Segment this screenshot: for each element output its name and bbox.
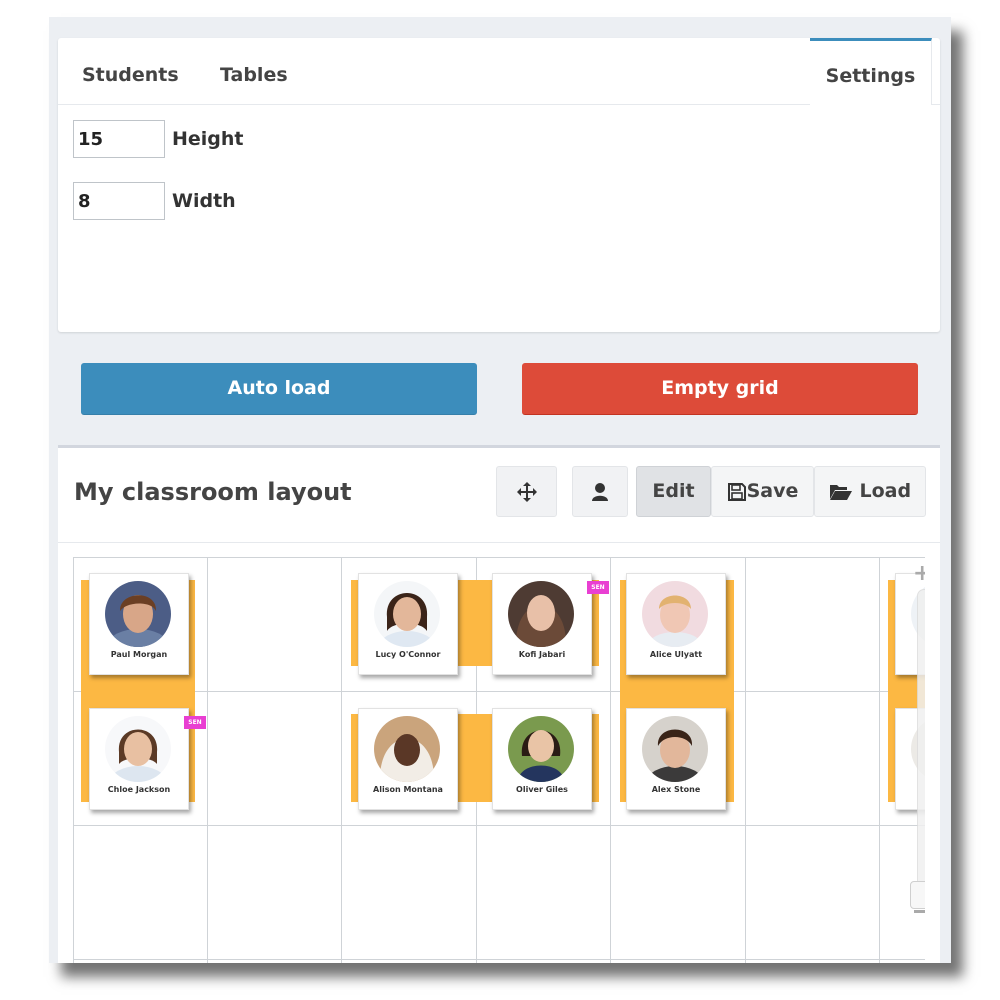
load-label: Load xyxy=(859,480,912,502)
save-label: Save xyxy=(746,480,799,502)
student-card[interactable]: Paul Morgan xyxy=(89,573,189,675)
zoom-track[interactable] xyxy=(917,589,925,891)
tab-bar: Students Tables Settings xyxy=(58,38,940,105)
height-label: Height xyxy=(172,128,244,150)
grid-line xyxy=(879,557,880,963)
tab-tables[interactable]: Tables xyxy=(220,38,288,104)
layout-title: My classroom layout xyxy=(74,478,352,506)
tab-settings[interactable]: Settings xyxy=(810,38,932,105)
student-name: Kofi Jabari xyxy=(518,650,566,659)
student-card[interactable]: Oliver Giles xyxy=(492,708,592,810)
grid-line xyxy=(73,825,925,826)
settings-panel: Students Tables Settings Height Width xyxy=(58,38,940,332)
student-card[interactable]: Chloe Jackson xyxy=(89,708,189,810)
student-name: Alex Stone xyxy=(651,785,701,794)
student-name: Oliver Giles xyxy=(516,785,568,794)
student-card[interactable]: Lucy O'Connor xyxy=(358,573,458,675)
zoom-handle[interactable] xyxy=(910,881,925,909)
save-icon xyxy=(727,482,746,501)
student-card[interactable]: Alison Montana xyxy=(358,708,458,810)
app-window: Students Tables Settings Height Width Au… xyxy=(49,17,951,963)
zoom-in-icon[interactable]: + xyxy=(913,563,925,585)
student-photo xyxy=(642,716,708,782)
grid-line xyxy=(73,557,74,963)
person-icon xyxy=(592,482,608,501)
grid-line xyxy=(610,557,611,963)
student-card[interactable]: Alex Stone xyxy=(626,708,726,810)
student-name: Alice Ulyatt xyxy=(649,650,703,659)
save-button[interactable]: Save xyxy=(711,466,814,517)
student-name: Paul Morgan xyxy=(110,650,168,659)
sen-badge: SEN xyxy=(184,716,206,729)
height-input[interactable] xyxy=(73,120,165,158)
grid-line xyxy=(73,959,925,960)
grid-line xyxy=(73,691,925,692)
student-photo xyxy=(642,581,708,647)
student-photo xyxy=(508,716,574,782)
grid-line xyxy=(341,557,342,963)
student-name: Alison Montana xyxy=(373,785,443,794)
sen-badge: SEN xyxy=(587,581,609,594)
move-icon xyxy=(516,481,537,502)
student-photo xyxy=(508,581,574,647)
zoom-slider[interactable]: + xyxy=(909,563,925,923)
load-button[interactable]: Load xyxy=(814,466,926,517)
student-photo xyxy=(374,716,440,782)
grid-line xyxy=(73,557,925,558)
empty-grid-button[interactable]: Empty grid xyxy=(522,363,918,415)
student-name: Chloe Jackson xyxy=(107,785,171,794)
classroom-layout-panel: My classroom layout Edit Save Load Paul … xyxy=(58,445,940,963)
zoom-out-icon[interactable] xyxy=(914,910,925,913)
width-input[interactable] xyxy=(73,182,165,220)
auto-load-button[interactable]: Auto load xyxy=(81,363,477,415)
edit-button[interactable]: Edit xyxy=(636,466,711,517)
student-photo xyxy=(105,716,171,782)
classroom-grid[interactable]: Paul Morgan Lucy O'Connor Kofi Jabari SE… xyxy=(73,557,925,963)
move-button[interactable] xyxy=(496,466,557,517)
student-card[interactable]: Alice Ulyatt xyxy=(626,573,726,675)
tab-students[interactable]: Students xyxy=(82,38,179,104)
grid-line xyxy=(207,557,208,963)
student-photo xyxy=(374,581,440,647)
student-card[interactable]: Kofi Jabari xyxy=(492,573,592,675)
folder-open-icon xyxy=(829,484,852,500)
header-divider xyxy=(58,542,940,543)
width-label: Width xyxy=(172,190,236,212)
grid-line xyxy=(745,557,746,963)
person-button[interactable] xyxy=(572,466,628,517)
student-photo xyxy=(105,581,171,647)
student-name: Lucy O'Connor xyxy=(375,650,441,659)
